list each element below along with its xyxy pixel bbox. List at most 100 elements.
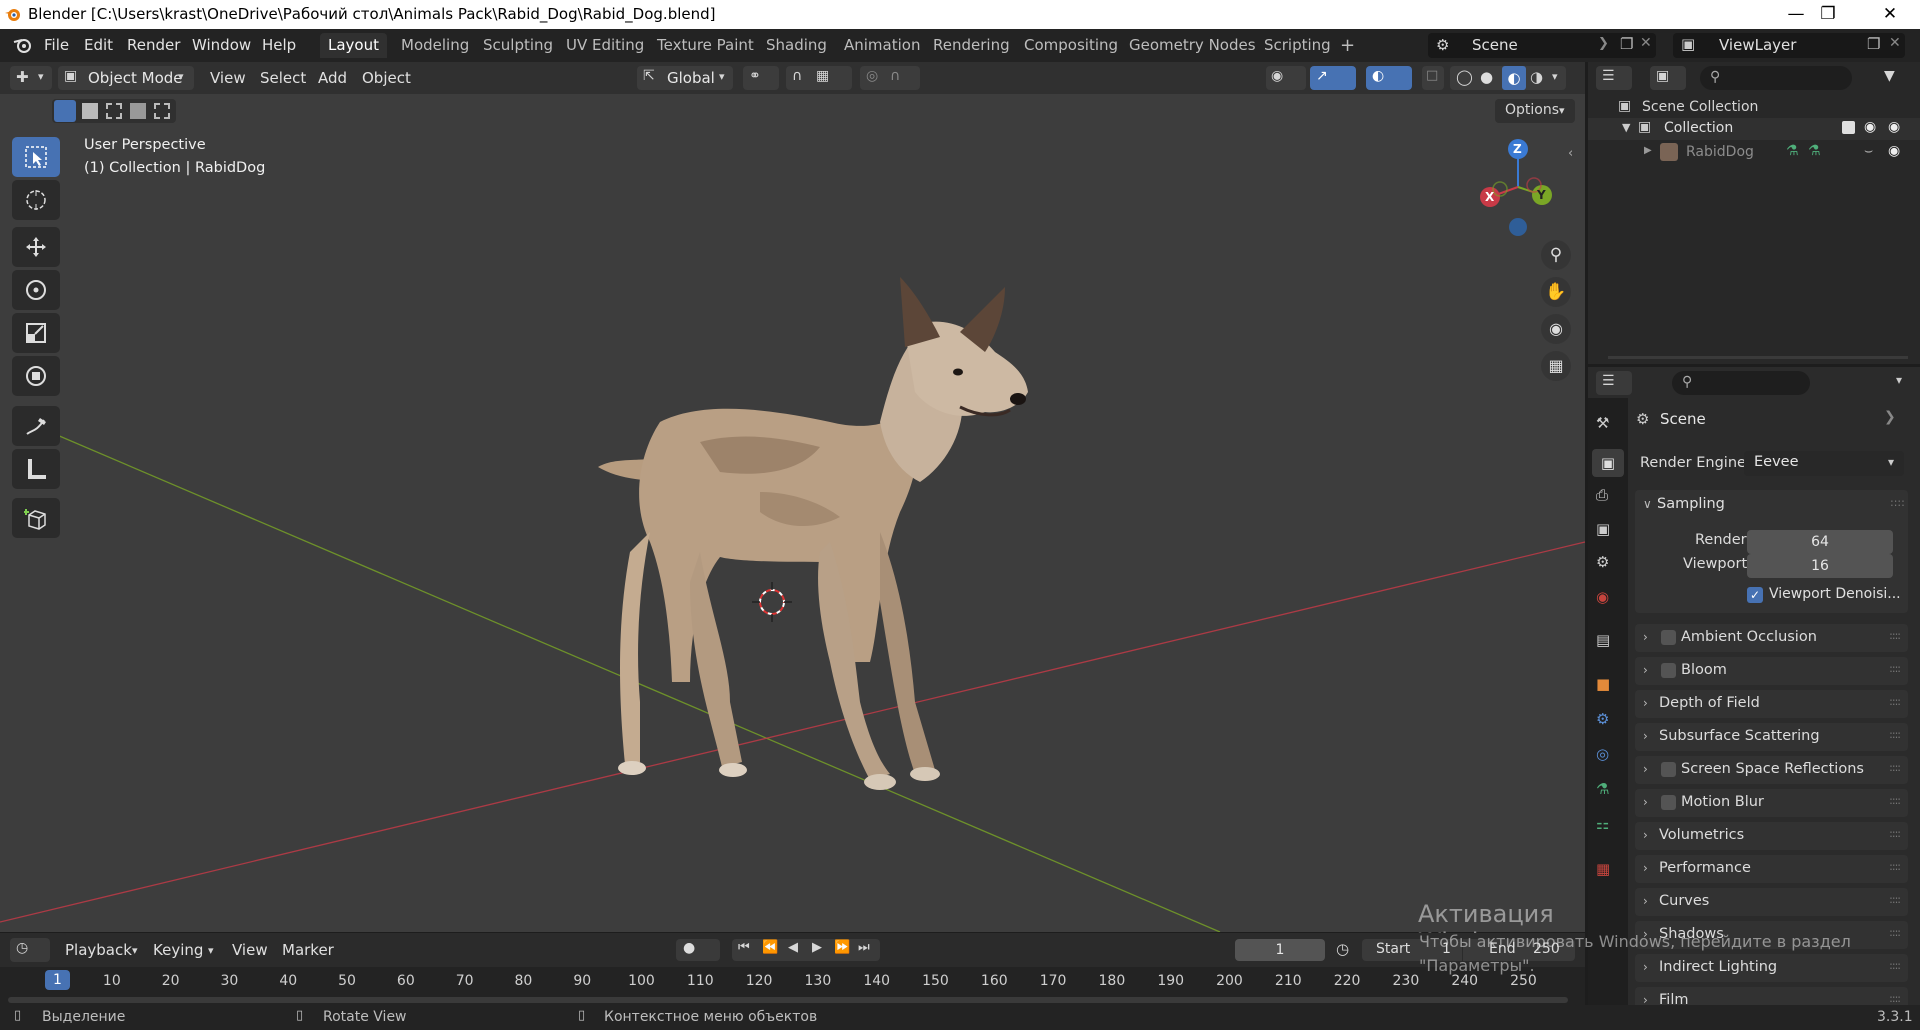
- stopwatch-icon[interactable]: ◷: [1336, 940, 1349, 958]
- tab-geometry-nodes[interactable]: Geometry Nodes: [1121, 33, 1264, 58]
- outliner-scrollbar[interactable]: [1608, 356, 1908, 359]
- viewport-denoise-checkbox[interactable]: ✓: [1747, 587, 1763, 603]
- prev-keyframe-icon[interactable]: ⏪: [762, 940, 778, 955]
- panel-subsurface-scattering[interactable]: › Subsurface Scattering::::: [1635, 723, 1908, 751]
- play-reverse-icon[interactable]: ◀: [788, 940, 798, 955]
- menu-file[interactable]: File: [44, 36, 69, 54]
- menu-help[interactable]: Help: [262, 36, 296, 54]
- proportional-edit-toggle[interactable]: ◎ ∩: [860, 66, 920, 90]
- cursor-tool[interactable]: [12, 180, 60, 220]
- scene-collection-label[interactable]: Scene Collection: [1642, 99, 1758, 115]
- render-tab-icon[interactable]: ▣: [1592, 449, 1624, 477]
- display-mode-dropdown[interactable]: ▣: [1650, 66, 1686, 90]
- navigation-gizmo[interactable]: Z X Y: [1470, 137, 1580, 247]
- render-camera-icon[interactable]: ◉: [1888, 143, 1900, 159]
- panel-grip-icon[interactable]: ::::: [1889, 695, 1901, 708]
- current-frame-field[interactable]: 1: [1235, 939, 1325, 961]
- annotate-tool[interactable]: [12, 406, 60, 446]
- chevron-down-icon[interactable]: ▾: [1552, 70, 1558, 83]
- outliner-editor-type[interactable]: ☰: [1596, 66, 1632, 90]
- constraints-tab-icon[interactable]: ⚗: [1596, 780, 1620, 804]
- camera-view-icon[interactable]: ◉: [1541, 314, 1571, 344]
- sidebar-toggle-icon[interactable]: ‹: [1568, 146, 1573, 161]
- zoom-icon[interactable]: ⚲: [1541, 240, 1571, 270]
- timeline-menu-marker[interactable]: Marker: [282, 941, 334, 959]
- timeline-editor-type[interactable]: ◷: [10, 938, 50, 962]
- options-dropdown[interactable]: Options ▾: [1495, 99, 1575, 123]
- tab-layout[interactable]: Layout: [320, 33, 387, 58]
- view-layer-tab-icon[interactable]: ▣: [1596, 520, 1620, 544]
- panel-grip-icon[interactable]: ::::: [1889, 860, 1901, 873]
- panel-grip-icon[interactable]: ::::: [1889, 761, 1901, 774]
- viewport-menu-view[interactable]: View: [210, 69, 246, 87]
- gizmo-y-label[interactable]: Y: [1537, 188, 1546, 202]
- world-tab-icon[interactable]: ◉: [1596, 588, 1620, 612]
- view-layer-selector[interactable]: ▣ ViewLayer ❐ ✕: [1673, 33, 1905, 58]
- panel-screen-space-reflections[interactable]: › Screen Space Reflections::::: [1635, 756, 1908, 784]
- shading-mode-group[interactable]: ◯ ● ◐ ◑ ▾: [1450, 66, 1566, 90]
- rendered-shading-icon[interactable]: ◑: [1530, 68, 1543, 86]
- delete-scene-icon[interactable]: ✕: [1640, 35, 1652, 51]
- new-scene-icon[interactable]: ❐: [1620, 35, 1633, 53]
- render-camera-icon[interactable]: ◉: [1888, 119, 1900, 135]
- panel-grip-icon[interactable]: ::::: [1889, 827, 1901, 840]
- editor-type-dropdown[interactable]: ✚ ▾: [10, 66, 52, 90]
- pin-icon[interactable]: ❯: [1884, 409, 1896, 425]
- expand-chevron-icon[interactable]: ›: [1643, 894, 1648, 908]
- pan-hand-icon[interactable]: ✋: [1541, 277, 1571, 307]
- next-keyframe-icon[interactable]: ⏩: [834, 940, 850, 955]
- solid-shading-icon[interactable]: ●: [1480, 68, 1493, 86]
- select-box-tool[interactable]: [12, 137, 60, 177]
- panel-indirect-lighting[interactable]: › Indirect Lighting::::: [1635, 954, 1908, 982]
- panel-bloom[interactable]: › Bloom::::: [1635, 657, 1908, 685]
- expand-chevron-icon[interactable]: ▼: [1622, 121, 1630, 134]
- tab-sculpting[interactable]: Sculpting: [475, 33, 561, 58]
- expand-chevron-icon[interactable]: ›: [1643, 828, 1648, 842]
- tab-modeling[interactable]: Modeling: [393, 33, 477, 58]
- expand-chevron-icon[interactable]: ›: [1643, 630, 1648, 644]
- scene-selector[interactable]: ⚙ Scene ❯ ❐ ✕: [1428, 33, 1656, 58]
- exclude-checkbox[interactable]: [1842, 121, 1855, 134]
- panel-grip-icon[interactable]: ::::: [1889, 959, 1901, 972]
- wireframe-shading-icon[interactable]: ◯: [1456, 68, 1473, 86]
- mode-dropdown[interactable]: ▣ Object Mode ▾: [58, 66, 194, 90]
- tab-shading[interactable]: Shading: [758, 33, 835, 58]
- expand-chevron-icon[interactable]: ›: [1643, 960, 1648, 974]
- panel-grip-icon[interactable]: ::::: [1889, 794, 1901, 807]
- collection-tab-icon[interactable]: ▤: [1596, 631, 1620, 655]
- timeline-scrollbar[interactable]: [8, 997, 1568, 1003]
- object-data-tab-icon[interactable]: ⚏: [1596, 815, 1620, 839]
- viewport-menu-add[interactable]: Add: [318, 69, 347, 87]
- panel-depth-of-field[interactable]: › Depth of Field::::: [1635, 690, 1908, 718]
- ortho-grid-icon[interactable]: ▦: [1541, 351, 1571, 381]
- render-engine-dropdown[interactable]: Eevee ▾: [1744, 451, 1904, 476]
- close-button[interactable]: ✕: [1870, 2, 1910, 26]
- sampling-header[interactable]: Sampling: [1657, 496, 1725, 512]
- play-icon[interactable]: ▶: [812, 940, 822, 955]
- modifiers-tab-icon[interactable]: ⚙: [1596, 710, 1620, 734]
- material-preview-icon[interactable]: ◐: [1502, 66, 1526, 90]
- auto-keying-toggle[interactable]: ●: [676, 939, 720, 961]
- panel-grip-icon[interactable]: ::::: [1889, 728, 1901, 741]
- transform-orientation-dropdown[interactable]: ⇱ Global ▾: [637, 66, 733, 90]
- expand-chevron-icon[interactable]: ›: [1643, 795, 1648, 809]
- output-tab-icon[interactable]: ⎙: [1596, 486, 1620, 510]
- select-new-icon[interactable]: [54, 100, 76, 122]
- gizmo-z-label[interactable]: Z: [1513, 142, 1522, 156]
- outliner-search-input[interactable]: ⚲: [1700, 66, 1852, 90]
- tab-texture-paint[interactable]: Texture Paint: [649, 33, 762, 58]
- panel-ambient-occlusion[interactable]: › Ambient Occlusion::::: [1635, 624, 1908, 652]
- 3d-viewport[interactable]: User Perspective (1) Collection | RabidD…: [0, 62, 1585, 956]
- viewport-menu-object[interactable]: Object: [362, 69, 411, 87]
- gizmos-toggle[interactable]: ↗: [1310, 66, 1356, 90]
- expand-chevron-icon[interactable]: ›: [1643, 861, 1648, 875]
- filter-dropdown[interactable]: ▼: [1878, 66, 1916, 90]
- gizmo-x-label[interactable]: X: [1485, 190, 1494, 204]
- jump-end-icon[interactable]: ⏭: [858, 940, 870, 955]
- add-workspace-button[interactable]: +: [1332, 33, 1363, 58]
- tab-compositing[interactable]: Compositing: [1016, 33, 1126, 58]
- viewport-menu-select[interactable]: Select: [260, 69, 306, 87]
- pivot-point-dropdown[interactable]: ⚭: [743, 66, 779, 90]
- tab-rendering[interactable]: Rendering: [925, 33, 1018, 58]
- panel-enable-checkbox[interactable]: [1661, 795, 1676, 810]
